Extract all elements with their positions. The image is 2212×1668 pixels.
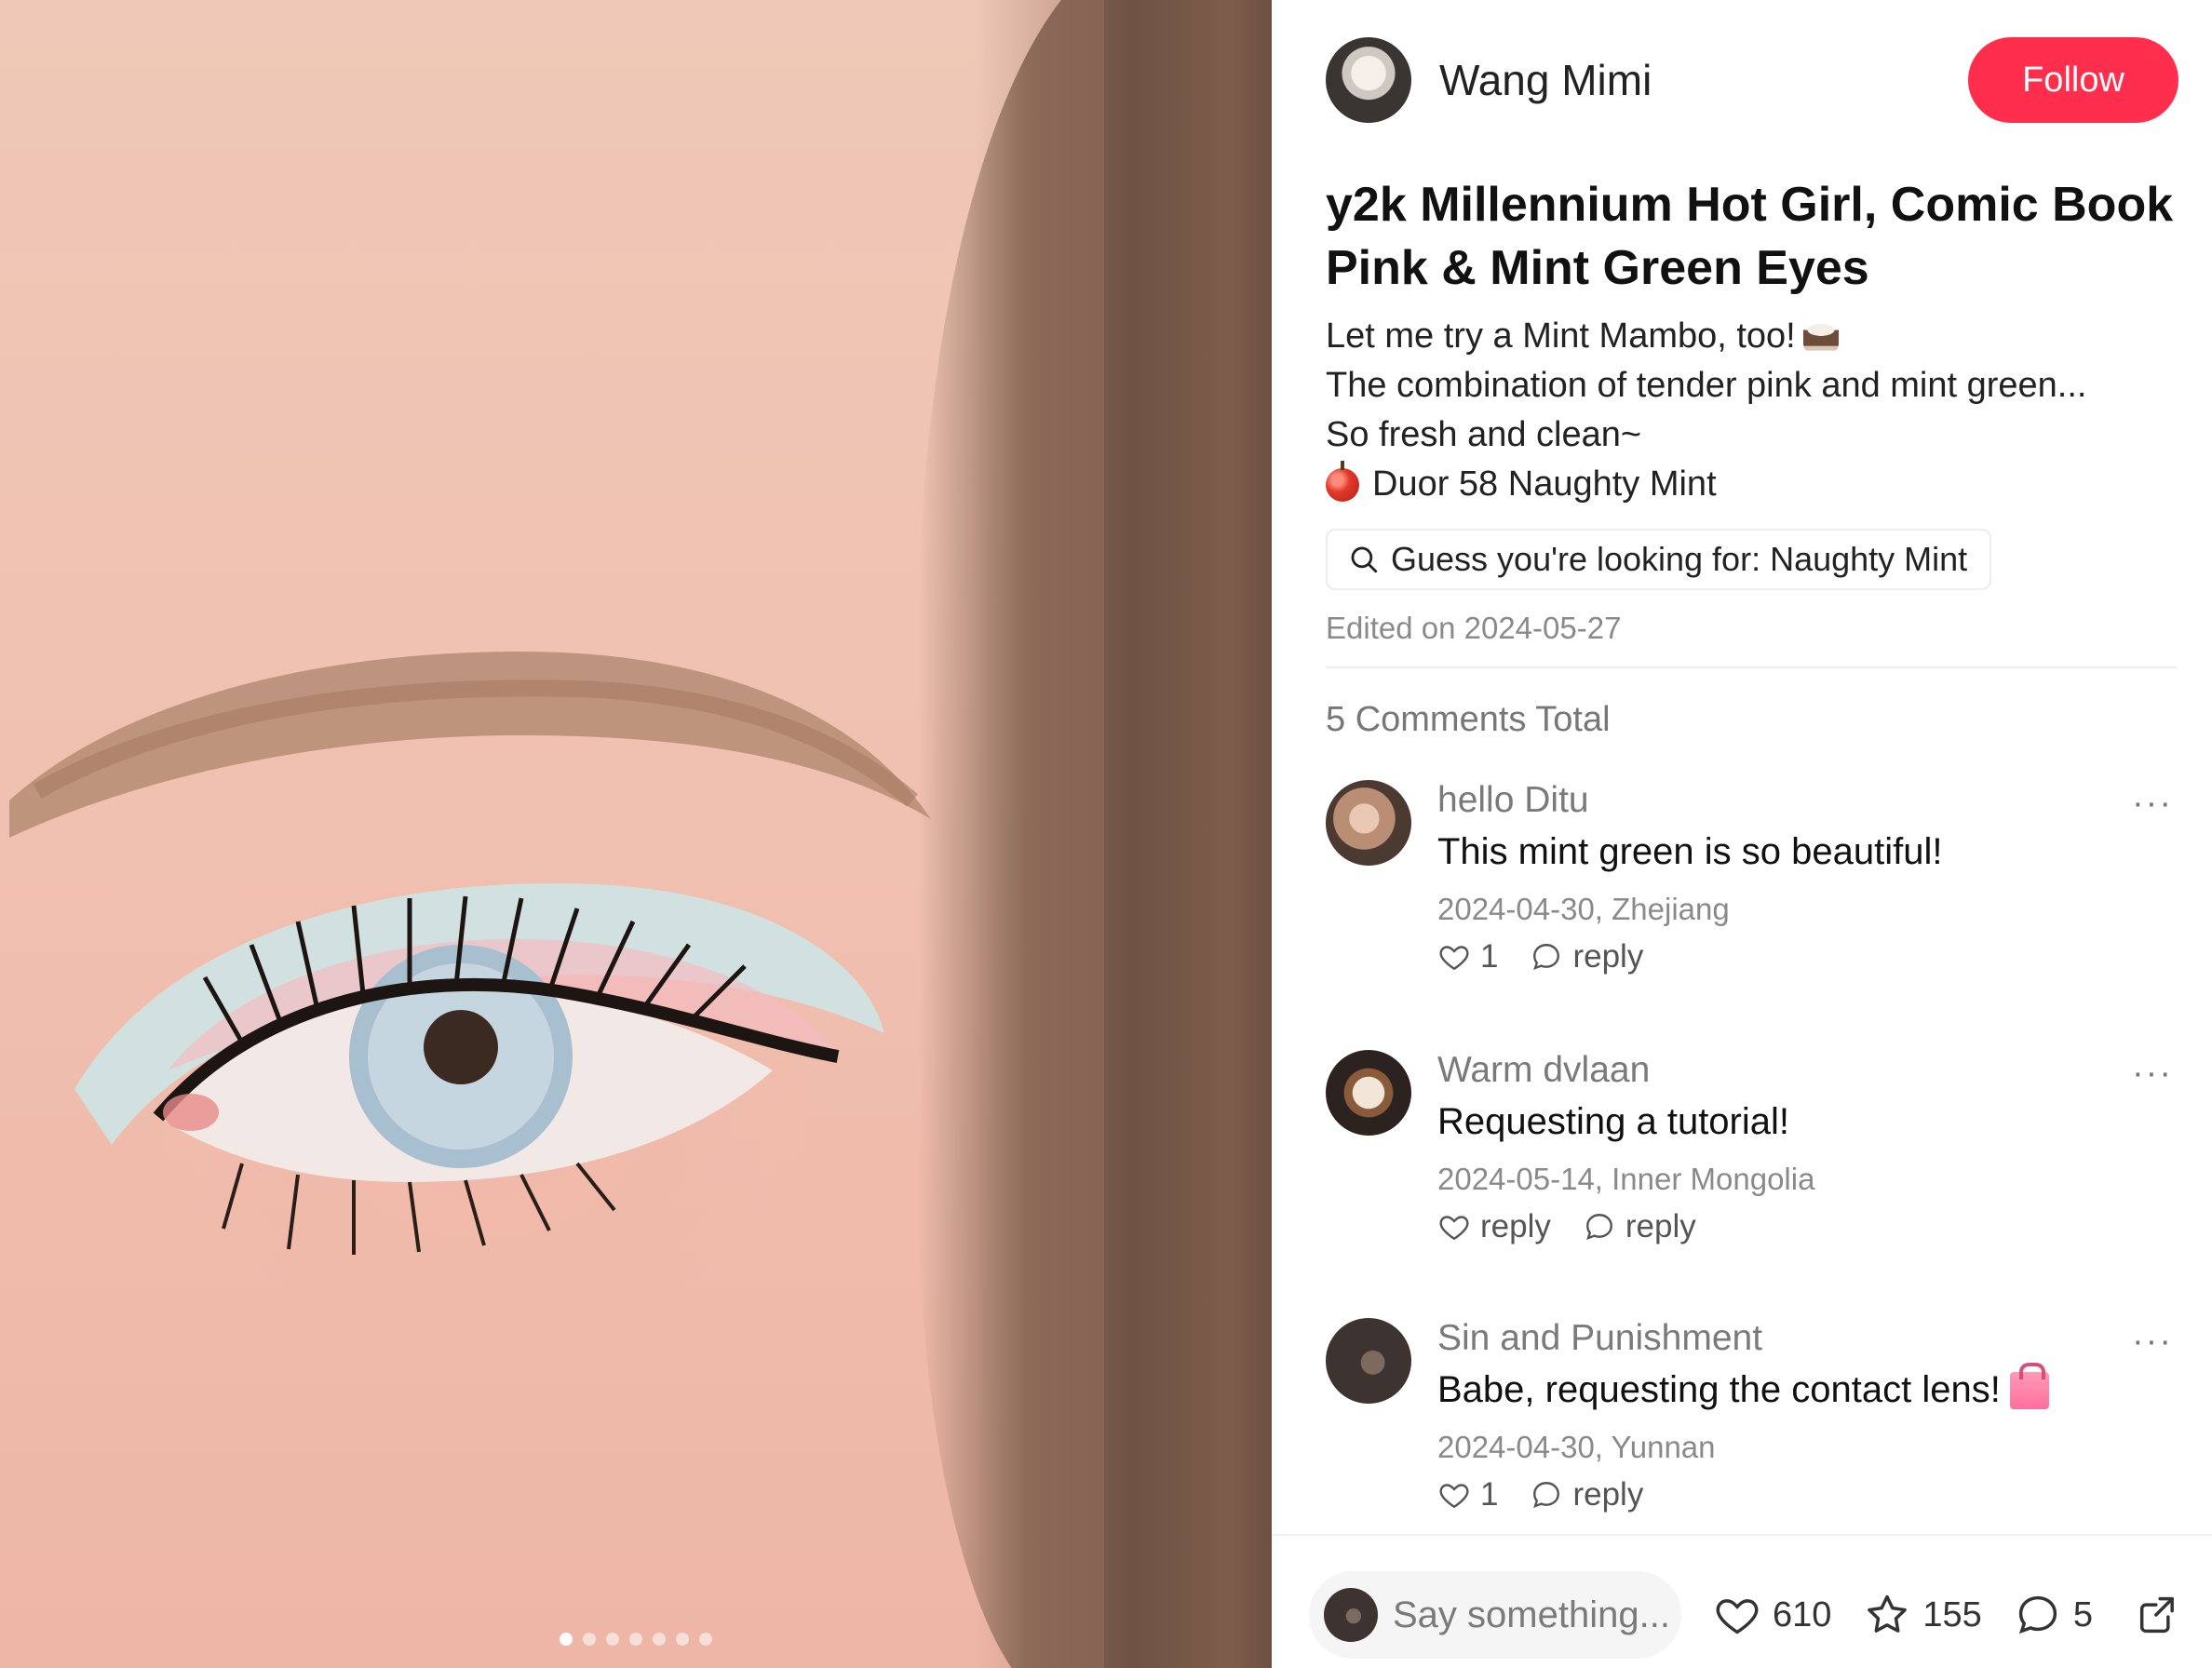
author-row: Wang Mimi [1326, 37, 1652, 123]
author-name[interactable]: Wang Mimi [1439, 55, 1652, 105]
post-description: Let me try a Mint Mambo, too! The combin… [1326, 312, 2164, 509]
comment-meta: 2024-04-30, Yunnan [1437, 1430, 1716, 1464]
post-image[interactable] [0, 0, 1272, 1668]
pagination-dot[interactable] [676, 1633, 689, 1646]
comment-actions: 1 reply [1437, 938, 1675, 975]
pagination-dot[interactable] [699, 1633, 712, 1646]
comment-text-content: Babe, requesting the contact lens! [1437, 1369, 2001, 1410]
comment-like-count: 1 [1480, 938, 1499, 975]
pagination-dot[interactable] [606, 1633, 619, 1646]
description-line: So fresh and clean~ [1326, 415, 1642, 454]
comment-item: Sin and Punishment Babe, requesting the … [1326, 1318, 2173, 1523]
comments-count: 5 [2072, 1594, 2093, 1634]
comment-item: Warm dvlaan Requesting a tutorial! 2024-… [1326, 1050, 2173, 1255]
heart-icon [1439, 1484, 1469, 1509]
like-button[interactable]: 610 [1713, 1591, 1831, 1639]
pagination-dot[interactable] [583, 1633, 596, 1646]
comment-meta: 2024-05-14, Inner Mongolia [1437, 1162, 1815, 1196]
search-icon [1351, 546, 1378, 573]
comment-text: This mint green is so beautiful! [1437, 831, 1943, 872]
comment-reply-button[interactable]: reply [1530, 1476, 1643, 1513]
coffee-emoji-icon [1802, 318, 1839, 355]
description-line: Duor 58 Naughty Mint [1372, 464, 1717, 504]
star-icon [1868, 1594, 1908, 1633]
comment-actions: 1 reply [1437, 1476, 1675, 1513]
apple-emoji-icon [1326, 460, 1359, 502]
share-icon[interactable] [2134, 1591, 2182, 1639]
divider [1326, 666, 2177, 668]
comment-reply-button[interactable]: reply [1583, 1208, 1696, 1245]
commenter-avatar[interactable] [1326, 780, 1411, 866]
comment-icon [1585, 1214, 1612, 1240]
bottom-divider [1272, 1534, 2212, 1536]
description-line: The combination of tender pink and mint … [1326, 366, 2087, 405]
more-icon[interactable]: ··· [2132, 1054, 2173, 1094]
more-icon[interactable]: ··· [2132, 1322, 2173, 1362]
post-title: y2k Millennium Hot Girl, Comic Book Pink… [1326, 178, 2174, 295]
comment-like-button[interactable]: 1 [1437, 938, 1498, 975]
comment-actions: reply reply [1437, 1208, 1728, 1245]
comments-button[interactable]: 5 [2014, 1591, 2093, 1639]
post-detail-panel: Wang Mimi Follow y2k Millennium Hot Girl… [1272, 0, 2212, 1668]
favorite-count: 155 [1922, 1594, 1982, 1634]
follow-button[interactable]: Follow [1968, 37, 2178, 123]
comment-icon [1533, 944, 1560, 970]
comment-meta: 2024-04-30, Zhejiang [1437, 892, 1730, 926]
eye-illustration [9, 652, 931, 1255]
comment-input[interactable]: Say something... [1309, 1571, 1681, 1659]
edited-date: Edited on 2024-05-27 [1326, 611, 1622, 645]
favorite-button[interactable]: 155 [1863, 1591, 1982, 1639]
comment-text: Babe, requesting the contact lens! [1437, 1362, 2057, 1411]
comment-text: Requesting a tutorial! [1437, 1101, 1790, 1142]
commenter-avatar[interactable] [1326, 1050, 1411, 1136]
comment-like-count: 1 [1480, 1476, 1499, 1513]
search-suggestion-text: Guess you're looking for: Naughty Mint [1391, 540, 1968, 578]
engagement-bar: Say something... 610 155 5 [1309, 1571, 2193, 1659]
image-pagination [0, 1633, 1272, 1646]
commenter-name[interactable]: Warm dvlaan [1437, 1050, 1650, 1091]
comment-reply-button[interactable]: reply [1530, 938, 1643, 975]
commenter-avatar[interactable] [1326, 1318, 1411, 1404]
commenter-name[interactable]: hello Ditu [1437, 780, 1589, 821]
heart-icon [1716, 1599, 1759, 1634]
comment-reply-label: reply [1625, 1208, 1696, 1244]
pagination-dot[interactable] [560, 1633, 573, 1646]
pagination-dot[interactable] [653, 1633, 666, 1646]
comment-reply-label: reply [1572, 1476, 1644, 1513]
comment-icon [2018, 1595, 2057, 1634]
comment-icon [1533, 1482, 1560, 1508]
more-icon[interactable]: ··· [2132, 784, 2173, 824]
heart-icon [1439, 1216, 1469, 1241]
shopping-bag-emoji-icon [2009, 1362, 2049, 1409]
pagination-dot[interactable] [629, 1633, 642, 1646]
comment-like-button[interactable]: reply [1437, 1208, 1551, 1245]
current-user-avatar [1324, 1588, 1378, 1642]
comments-total: 5 Comments Total [1326, 700, 1611, 739]
author-avatar[interactable] [1326, 37, 1411, 123]
commenter-name[interactable]: Sin and Punishment [1437, 1318, 1762, 1359]
comment-like-button[interactable]: 1 [1437, 1476, 1498, 1513]
search-suggestion-chip[interactable]: Guess you're looking for: Naughty Mint [1326, 529, 1992, 590]
heart-icon [1439, 946, 1469, 971]
comment-input-placeholder: Say something... [1393, 1594, 1670, 1635]
comment-item: hello Ditu This mint green is so beautif… [1326, 780, 2173, 985]
comment-reply-label: reply [1572, 938, 1644, 975]
description-line: Let me try a Mint Mambo, too! [1326, 316, 1796, 356]
like-count: 610 [1773, 1594, 1832, 1634]
comment-like-count: reply [1480, 1208, 1551, 1244]
